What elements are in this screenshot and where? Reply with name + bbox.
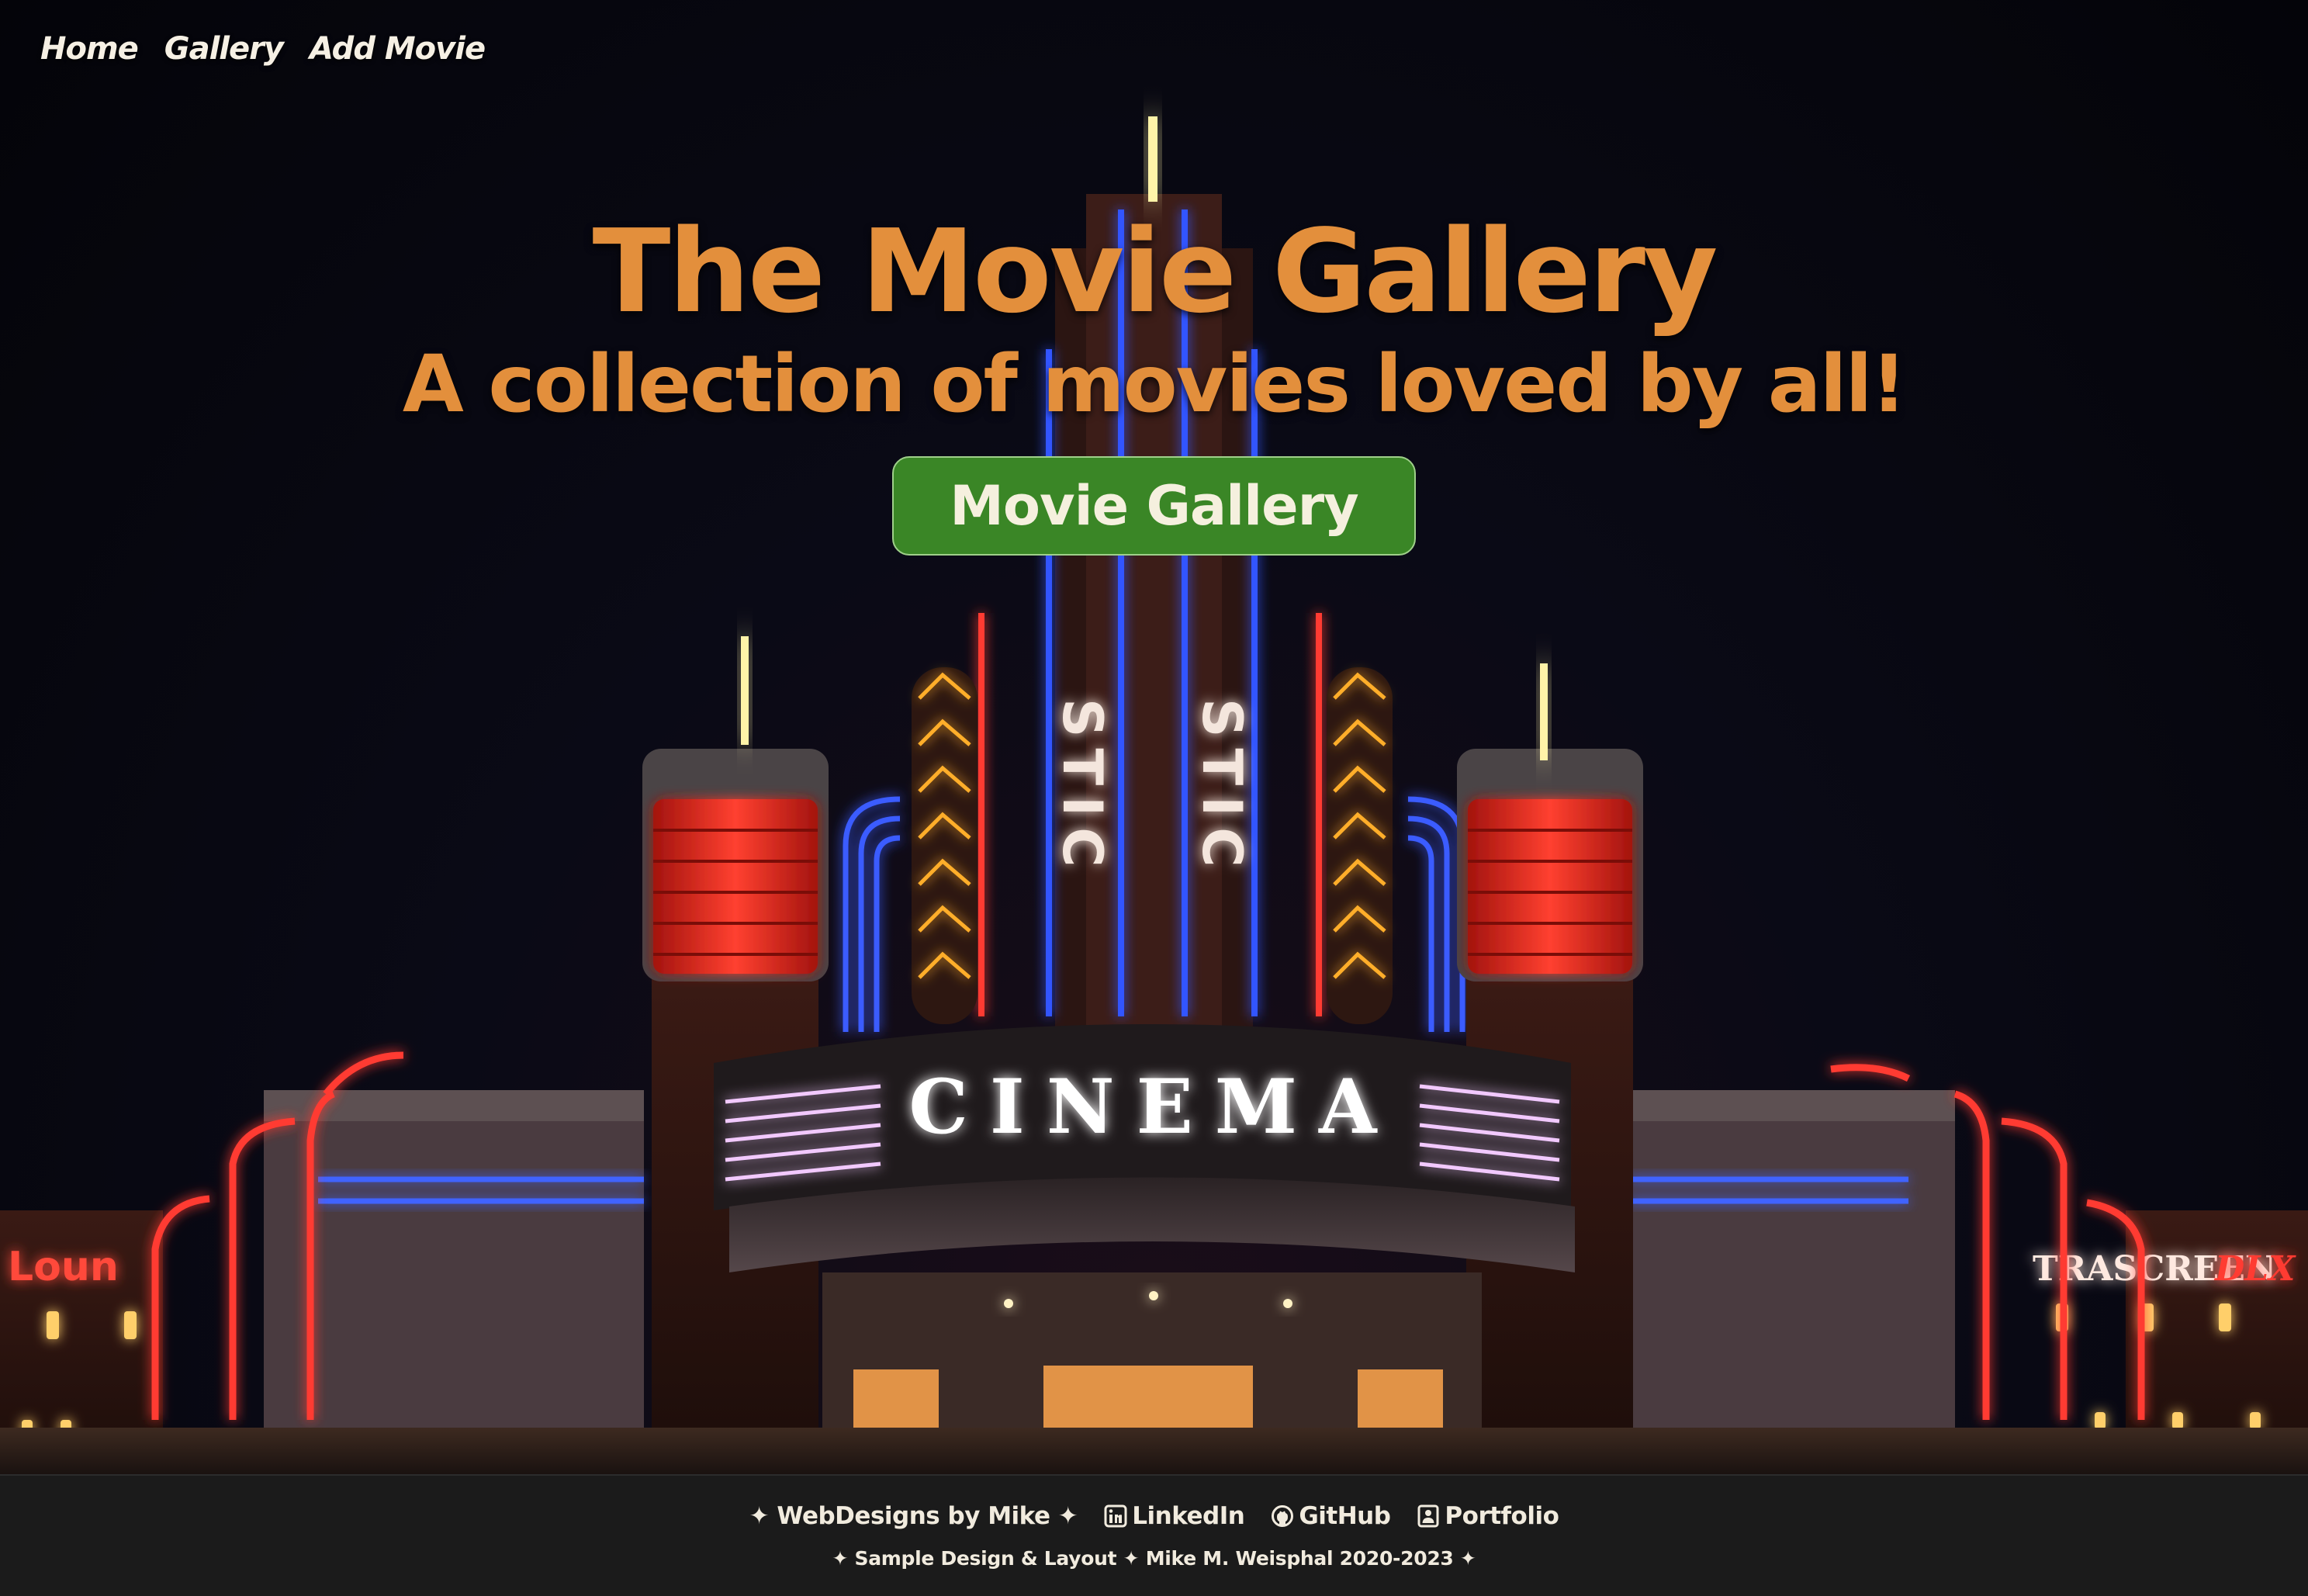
marquee-text: CINEMA bbox=[909, 1063, 1399, 1151]
nav-add-movie-link[interactable]: Add Movie bbox=[310, 31, 486, 67]
nav-gallery-link[interactable]: Gallery bbox=[164, 31, 284, 67]
portfolio-link[interactable]: Portfolio bbox=[1417, 1502, 1559, 1530]
movie-gallery-button[interactable]: Movie Gallery bbox=[892, 455, 1416, 556]
left-sign-text: Loun bbox=[8, 1244, 119, 1290]
linkedin-label: LinkedIn bbox=[1132, 1502, 1245, 1530]
tower-text-left: STIC bbox=[1050, 698, 1114, 878]
portfolio-label: Portfolio bbox=[1445, 1502, 1559, 1530]
hero: The Movie Gallery A collection of movies… bbox=[0, 206, 2308, 556]
page-subtitle: A collection of movies loved by all! bbox=[402, 338, 1907, 431]
linkedin-link[interactable]: LinkedIn bbox=[1104, 1502, 1245, 1530]
nav-home-link[interactable]: Home bbox=[40, 31, 139, 67]
github-icon bbox=[1271, 1504, 1294, 1528]
tower-text-right: STIC bbox=[1190, 698, 1254, 878]
github-label: GitHub bbox=[1299, 1502, 1391, 1530]
portfolio-icon bbox=[1417, 1504, 1440, 1528]
footer-credit: ✦ Sample Design & Layout ✦ Mike M. Weisp… bbox=[832, 1547, 1476, 1570]
page-title: The Movie Gallery bbox=[592, 205, 1718, 338]
github-link[interactable]: GitHub bbox=[1271, 1502, 1391, 1530]
footer-brand: ✦ WebDesigns by Mike ✦ bbox=[749, 1502, 1078, 1530]
footer-links-row: ✦ WebDesigns by Mike ✦ LinkedIn GitHub P… bbox=[0, 1502, 2308, 1530]
footer: ✦ WebDesigns by Mike ✦ LinkedIn GitHub P… bbox=[0, 1474, 2308, 1596]
right-sign-suffix: DLX bbox=[2213, 1249, 2296, 1289]
linkedin-icon bbox=[1104, 1504, 1127, 1528]
top-nav: Home Gallery Add Movie bbox=[40, 31, 486, 67]
